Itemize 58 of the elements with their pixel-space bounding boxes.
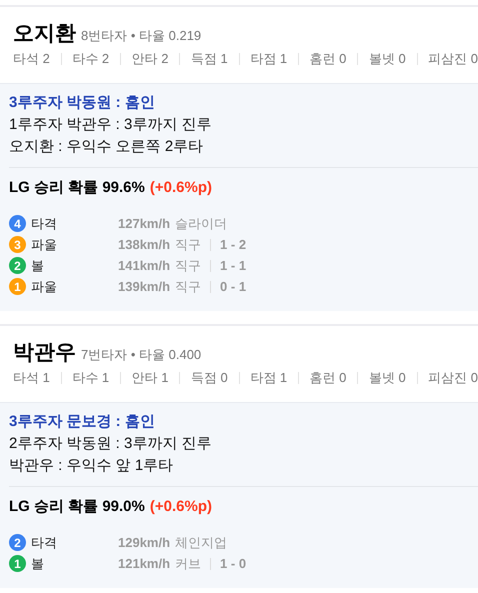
player-meta: 7번타자 • 타율 0.400 [81,346,202,364]
pitch-type: 직구 [175,278,202,296]
win-probability: LG 승리 확률 99.6% [9,178,145,198]
player-name: 박관우 [13,340,76,366]
stat-item: 피삼진 0 [428,369,478,387]
stat-item: 득점 0 [190,369,228,387]
pitch-number-badge: 1 [9,555,26,572]
stat-item: 피삼진 0 [428,50,478,68]
pitch-result: 볼 [31,554,45,573]
stat-item: 타수 1 [72,369,110,387]
pitch-number-badge: 1 [9,278,26,295]
stat-item: 타석 2 [13,50,50,68]
pitch-number-badge: 2 [9,257,26,274]
pitch-type: 슬라이더 [175,214,228,233]
pitch-result: 파울 [31,278,58,296]
stat-item: 타점 1 [250,50,288,68]
play-event: 3루주자 박동원 : 홈인 [9,93,156,113]
stat-item: 볼넷 0 [368,50,406,68]
stat-item: 안타 1 [132,369,168,387]
ball-count: 1 - 0 [220,554,246,573]
pitch-speed: 129km/h [118,534,170,552]
pitch-speed: 127km/h [118,214,170,233]
pitch-type: 커브 [175,554,202,573]
play-event: 오지환 : 우익수 오른쪽 2루타 [9,137,204,157]
pitch-speed: 139km/h [118,278,170,296]
pitch-result: 타격 [31,534,58,552]
ball-count: 1 - 1 [220,256,246,275]
pitch-type: 직구 [175,236,202,254]
player-name: 오지환 [13,21,76,47]
probability-change: (+0.6%p) [150,178,212,198]
stat-item: 홈런 0 [310,369,346,387]
stat-item: 홈런 0 [310,50,346,68]
stat-item: 득점 1 [190,50,228,68]
probability-change: (+0.6%p) [150,497,212,517]
pitch-type: 직구 [175,256,202,275]
win-probability: LG 승리 확률 99.0% [9,497,145,517]
player-meta: 8번타자 • 타율 0.219 [81,27,202,45]
pitch-number-badge: 2 [9,534,26,551]
ball-count: 1 - 2 [220,236,246,254]
pitch-speed: 138km/h [118,236,170,254]
ball-count: 0 - 1 [220,278,246,296]
pitch-speed: 121km/h [118,554,170,573]
stat-item: 안타 2 [132,50,168,68]
stat-item: 타수 2 [72,50,110,68]
play-event: 1루주자 박관우 : 3루까지 진루 [9,115,213,135]
pitch-number-badge: 4 [9,215,26,232]
stat-item: 볼넷 0 [368,369,406,387]
play-event: 2루주자 박동원 : 3루까지 진루 [9,434,213,454]
pitch-result: 볼 [31,256,45,275]
play-event: 3루주자 문보경 : 홈인 [9,412,156,432]
pitch-number-badge: 3 [9,236,26,253]
stat-item: 타석 1 [13,369,50,387]
stat-item: 타점 1 [250,369,288,387]
play-event: 박관우 : 우익수 앞 1루타 [9,456,174,476]
pitch-result: 타격 [31,214,58,233]
pitch-speed: 141km/h [118,256,170,275]
pitch-type: 체인지업 [175,534,228,552]
pitch-result: 파울 [31,236,58,254]
